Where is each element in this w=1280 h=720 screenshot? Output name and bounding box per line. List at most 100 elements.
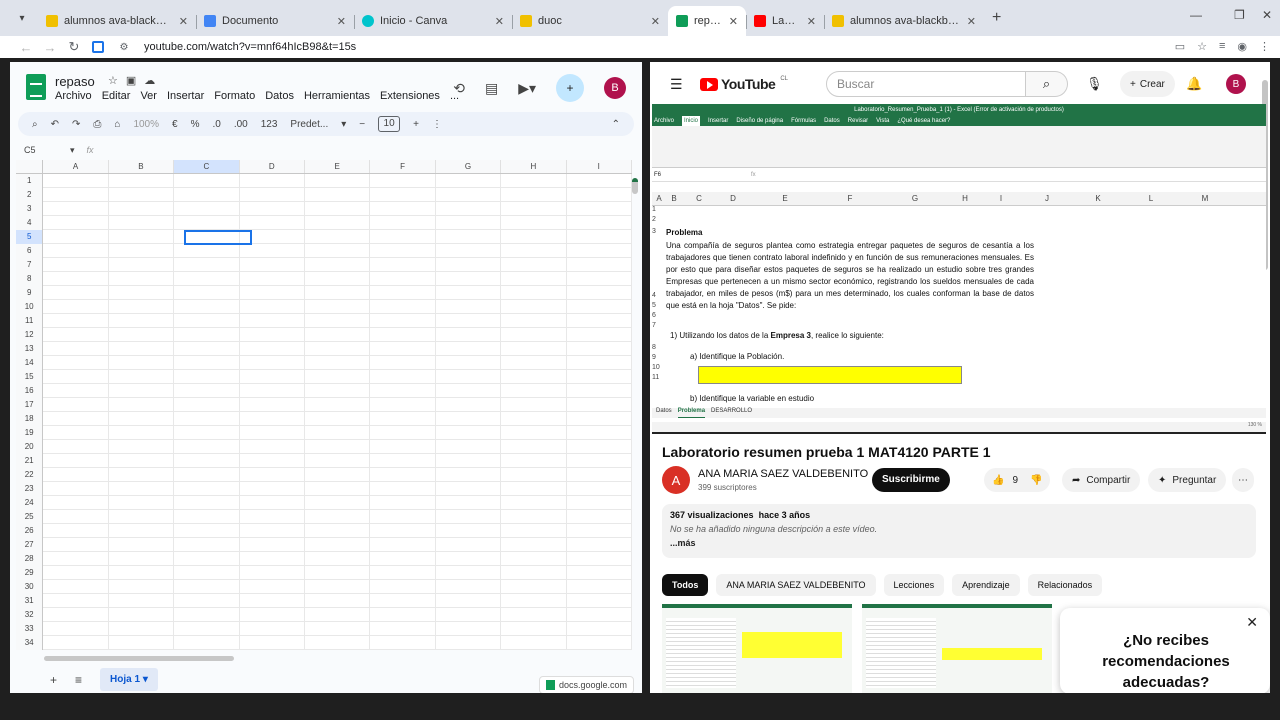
grid-cell[interactable] [239, 440, 305, 454]
grid-cell[interactable] [43, 608, 109, 622]
grid-cell[interactable] [435, 524, 502, 538]
grid-cell[interactable] [174, 636, 240, 650]
video-thumbnail[interactable] [662, 604, 852, 693]
grid-cell[interactable] [174, 328, 240, 342]
grid-cell[interactable] [566, 216, 632, 230]
notifications-bell-icon[interactable]: 🔔 [1186, 76, 1202, 92]
grid-cell[interactable] [108, 566, 175, 580]
grid-cell[interactable] [43, 244, 109, 258]
grid-cell[interactable] [566, 328, 632, 342]
row-header[interactable]: 11 [16, 314, 44, 328]
grid-cell[interactable] [108, 636, 175, 650]
grid-cell[interactable] [435, 552, 502, 566]
grid-cell[interactable] [501, 440, 567, 454]
grid-cell[interactable] [43, 440, 109, 454]
tab-search-icon[interactable]: ▾ [10, 4, 34, 32]
grid-cell[interactable] [108, 244, 175, 258]
tab-laboratorio[interactable]: Laborato✕ [746, 6, 824, 36]
grid-cell[interactable] [566, 482, 632, 496]
grid-cell[interactable] [174, 286, 240, 300]
menu-extensiones[interactable]: Extensiones [380, 90, 440, 102]
chip-channel[interactable]: ANA MARIA SAEZ VALDEBENITO [716, 574, 876, 596]
grid-cell[interactable] [239, 468, 305, 482]
column-header[interactable]: E [305, 160, 371, 173]
grid-cell[interactable] [566, 244, 632, 258]
grid-cell[interactable] [501, 552, 567, 566]
paint-format-icon[interactable]: ⌂ [114, 119, 120, 130]
grid-cell[interactable] [43, 412, 109, 426]
grid-cell[interactable] [239, 608, 305, 622]
row-header[interactable]: 8 [16, 272, 44, 286]
grid-cell[interactable] [108, 412, 175, 426]
grid-cell[interactable] [501, 384, 567, 398]
grid-cell[interactable] [174, 174, 240, 188]
grid-cell[interactable] [304, 244, 371, 258]
microphone-icon[interactable]: 🎙 [1086, 76, 1103, 92]
grid-cell[interactable] [435, 454, 502, 468]
grid-cell[interactable] [370, 216, 436, 230]
grid-cell[interactable] [239, 272, 305, 286]
profile-icon[interactable]: ◉ [1237, 40, 1247, 53]
menu-datos[interactable]: Datos [265, 90, 294, 102]
row-header[interactable]: 19 [16, 426, 44, 440]
grid-cell[interactable] [304, 622, 371, 636]
grid-cell[interactable] [566, 356, 632, 370]
add-sheet-button[interactable]: + [50, 673, 57, 687]
grid-cell[interactable] [501, 174, 567, 188]
grid-cell[interactable] [370, 580, 436, 594]
grid-cell[interactable] [501, 244, 567, 258]
row-header[interactable]: 3 [16, 202, 44, 216]
column-header[interactable]: B [109, 160, 175, 173]
ask-button[interactable]: ✦ Preguntar [1148, 468, 1227, 492]
grid-cell[interactable] [108, 622, 175, 636]
grid-cell[interactable] [501, 608, 567, 622]
grid-cell[interactable] [566, 510, 632, 524]
restore-icon[interactable]: ❐ [1234, 8, 1245, 22]
row-header[interactable]: 33 [16, 622, 44, 636]
grid-cell[interactable] [501, 202, 567, 216]
grid-cell[interactable] [435, 300, 502, 314]
minimize-icon[interactable]: — [1190, 8, 1202, 22]
grid-cell[interactable] [108, 524, 175, 538]
more-actions-button[interactable]: ⋯ [1232, 468, 1254, 492]
grid-cell[interactable] [304, 636, 371, 650]
row-header[interactable]: 20 [16, 440, 44, 454]
grid-cell[interactable] [43, 370, 109, 384]
grid-cell[interactable] [174, 468, 240, 482]
grid-cell[interactable] [174, 426, 240, 440]
grid-cell[interactable] [566, 566, 632, 580]
grid-cell[interactable] [108, 370, 175, 384]
grid-cell[interactable] [501, 412, 567, 426]
grid-cell[interactable] [239, 622, 305, 636]
grid-cell[interactable] [239, 538, 305, 552]
grid-cell[interactable] [501, 286, 567, 300]
hamburger-menu-icon[interactable]: ☰ [670, 76, 683, 93]
grid-cell[interactable] [304, 216, 371, 230]
close-icon[interactable]: ✕ [337, 15, 346, 28]
subscribe-button[interactable]: Suscribirme [872, 468, 950, 492]
menu-herramientas[interactable]: Herramientas [304, 90, 370, 102]
grid-cell[interactable] [501, 188, 567, 202]
grid-cell[interactable] [43, 202, 109, 216]
grid-cell[interactable] [174, 342, 240, 356]
grid-cell[interactable] [566, 384, 632, 398]
chip-lecciones[interactable]: Lecciones [883, 574, 945, 596]
grid-cell[interactable] [43, 300, 109, 314]
tab-alumnos-1[interactable]: alumnos ava-blackboard - duoc✕ [38, 6, 196, 36]
grid-cell[interactable] [174, 552, 240, 566]
grid-cell[interactable] [501, 272, 567, 286]
grid-cell[interactable] [108, 300, 175, 314]
grid-cell[interactable] [239, 258, 305, 272]
currency-format-button[interactable]: € [172, 119, 178, 130]
grid-cell[interactable] [435, 384, 502, 398]
video-player[interactable]: Laboratorio_Resumen_Prueba_1 (1) - Excel… [652, 104, 1266, 434]
grid-cell[interactable] [566, 370, 632, 384]
avatar[interactable]: B [604, 77, 626, 99]
grid-cell[interactable] [566, 580, 632, 594]
grid-cell[interactable] [43, 566, 109, 580]
redo-icon[interactable]: ↷ [72, 119, 80, 130]
grid-cell[interactable] [435, 370, 502, 384]
popup-title[interactable]: ¿No recibes recomendaciones adecuadas? [1076, 630, 1256, 693]
grid-cell[interactable] [304, 356, 371, 370]
grid-cell[interactable] [174, 314, 240, 328]
